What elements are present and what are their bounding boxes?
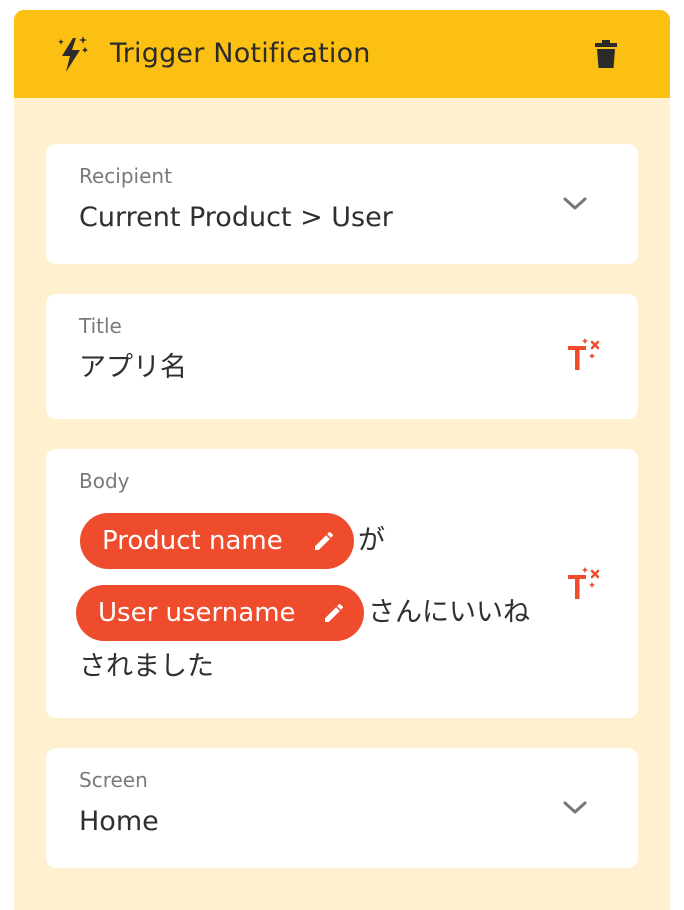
product-name-chip-label: Product name xyxy=(102,526,283,556)
magic-text-icon[interactable] xyxy=(564,336,606,376)
recipient-label: Recipient xyxy=(79,164,172,188)
chevron-down-icon[interactable] xyxy=(562,800,588,816)
trash-icon[interactable] xyxy=(595,40,617,68)
recipient-select[interactable]: Recipient Current Product > User xyxy=(46,144,638,264)
title-value: アプリ名 xyxy=(79,352,187,383)
magic-text-icon[interactable] xyxy=(564,565,606,605)
screen-select[interactable]: Screen Home xyxy=(46,748,638,868)
title-label: Title xyxy=(79,314,122,338)
title-field[interactable]: Title アプリ名 xyxy=(46,294,638,419)
magic-lightning-icon xyxy=(58,36,88,72)
body-text-ga: が xyxy=(358,525,385,556)
screen-label: Screen xyxy=(79,768,148,792)
product-name-chip[interactable]: Product name xyxy=(80,513,354,569)
user-username-chip[interactable]: User username xyxy=(76,585,364,641)
panel-header: Trigger Notification xyxy=(14,10,670,98)
pencil-icon[interactable] xyxy=(322,601,346,625)
body-field[interactable]: Body Product name が User username さんにいいね… xyxy=(46,449,638,718)
screen-value: Home xyxy=(79,806,159,837)
recipient-value: Current Product > User xyxy=(79,202,393,233)
pencil-icon[interactable] xyxy=(312,529,336,553)
panel-title: Trigger Notification xyxy=(110,38,371,69)
user-username-chip-label: User username xyxy=(98,598,296,628)
body-label: Body xyxy=(79,469,130,493)
trigger-notification-panel: Trigger Notification Recipient Current P… xyxy=(14,10,670,910)
chevron-down-icon[interactable] xyxy=(562,196,588,212)
body-text-line2: さんにいいね xyxy=(368,597,530,628)
body-text-line3: されました xyxy=(79,651,214,682)
